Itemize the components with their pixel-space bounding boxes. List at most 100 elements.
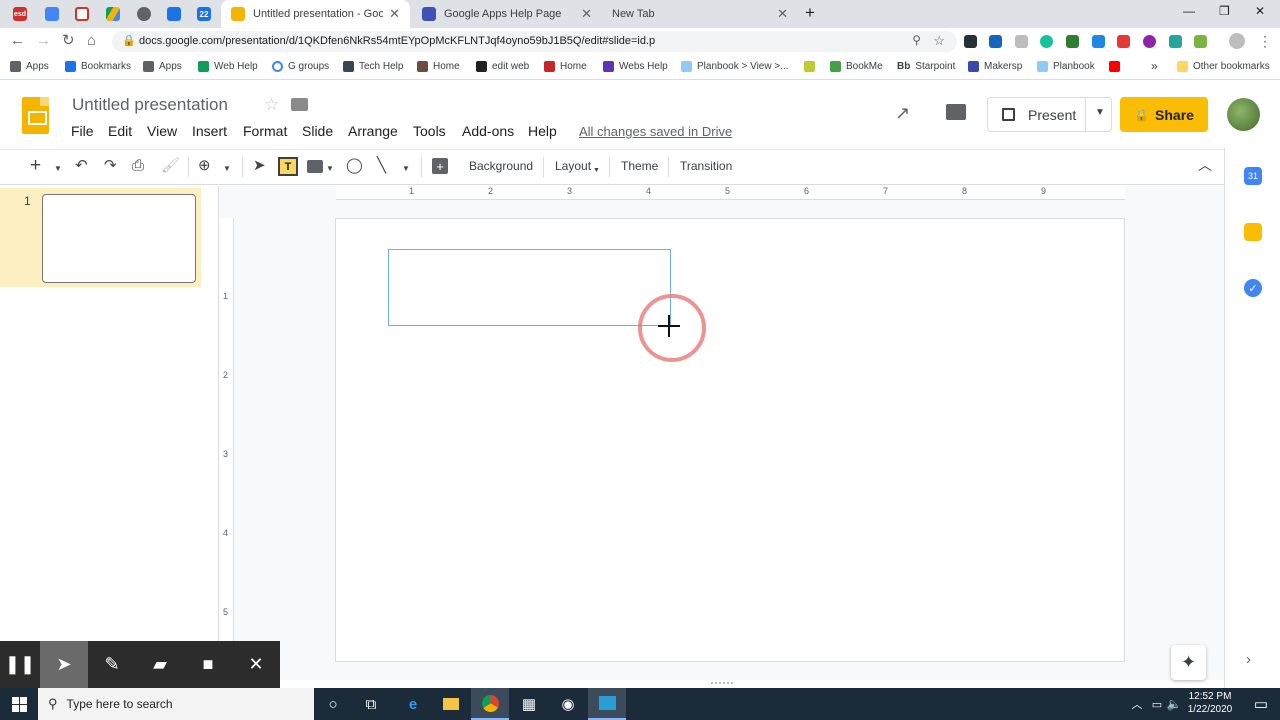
document-title[interactable]: Untitled presentation — [72, 95, 228, 115]
add-comment-icon[interactable]: + — [432, 158, 448, 174]
bookmark-apps-2[interactable]: Apps — [143, 61, 182, 72]
vertical-ruler[interactable]: 1 2 3 4 5 — [220, 218, 234, 642]
webcam-app-icon[interactable]: ◉ — [549, 688, 587, 720]
menu-format[interactable]: Format — [243, 123, 287, 139]
slides-logo-icon[interactable] — [22, 97, 49, 134]
close-icon[interactable]: ✕ — [389, 6, 400, 22]
reload-icon[interactable]: ↻ — [62, 33, 75, 49]
system-clock[interactable]: 12:52 PM 1/22/2020 — [1185, 690, 1235, 716]
bookmark-tech-help[interactable]: Tech Help — [343, 61, 403, 72]
bookmark-g-groups[interactable]: G groups — [272, 61, 329, 72]
tab-help-page[interactable]: Google Apps Help Page ✕ — [412, 0, 602, 28]
pointer-icon[interactable]: ➤ — [40, 641, 88, 688]
tray-expand-icon[interactable]: ︿ — [1127, 688, 1147, 720]
tab-slides[interactable]: Untitled presentation - Google Sl ✕ — [221, 0, 410, 28]
save-status[interactable]: All changes saved in Drive — [579, 124, 732, 139]
layout-button[interactable]: Layout — [555, 159, 591, 173]
explore-icon[interactable]: ✦ — [1171, 645, 1206, 680]
menu-edit[interactable]: Edit — [108, 123, 132, 139]
forward-icon[interactable]: → — [36, 33, 51, 49]
task-view-icon[interactable]: ⧉ — [352, 688, 390, 720]
theme-button[interactable]: Theme — [621, 159, 658, 173]
collapse-toolbar-icon[interactable]: ︿ — [1198, 156, 1212, 174]
pinned-tab-gmail[interactable] — [70, 4, 94, 24]
pinned-tab-docs[interactable] — [40, 4, 64, 24]
bookmark-edit-web[interactable]: edit web — [476, 61, 529, 72]
avatar[interactable] — [1227, 98, 1260, 131]
undo-icon[interactable]: ↶ — [75, 157, 88, 175]
calendar-icon[interactable]: 31 — [1244, 167, 1262, 185]
calculator-icon[interactable]: ▦ — [510, 688, 548, 720]
screencast-app-icon[interactable] — [588, 688, 626, 720]
text-box-draft[interactable] — [388, 249, 671, 326]
pen-icon[interactable]: ✎ — [88, 641, 136, 688]
chrome-menu-icon[interactable]: ⋮ — [1258, 33, 1272, 49]
shape-icon[interactable]: ◯ — [346, 157, 363, 175]
extension-icon[interactable] — [1117, 35, 1130, 48]
bookmark-icon-only[interactable] — [804, 61, 820, 72]
expand-panel-icon[interactable]: › — [1246, 651, 1251, 668]
line-icon[interactable]: ╲ — [377, 157, 386, 175]
extension-icon[interactable] — [1066, 35, 1079, 48]
slide-thumbnail[interactable] — [42, 194, 196, 283]
folder-icon[interactable] — [291, 98, 308, 111]
image-dropdown-icon[interactable]: ▼ — [326, 160, 334, 178]
zoom-icon[interactable]: ⊕ — [198, 157, 211, 175]
comments-icon[interactable] — [946, 104, 966, 120]
highlighter-icon[interactable]: ▰ — [136, 641, 184, 688]
present-button[interactable]: Present ▼ — [987, 97, 1112, 132]
bookmark-bookmarks[interactable]: Bookmarks — [65, 61, 131, 72]
new-slide-icon[interactable]: + — [30, 156, 41, 175]
bookmark-youtube[interactable] — [1109, 61, 1125, 72]
print-icon[interactable]: ⎙ — [132, 157, 144, 175]
keep-icon[interactable] — [1244, 223, 1262, 241]
speaker-notes-handle[interactable] — [711, 682, 733, 685]
share-button[interactable]: 🔒 Share — [1120, 97, 1208, 132]
bookmark-other[interactable]: Other bookmarks — [1177, 61, 1270, 72]
window-close-icon[interactable]: ✕ — [1255, 4, 1265, 18]
extension-icon[interactable] — [1015, 35, 1028, 48]
cortana-icon[interactable]: ○ — [314, 688, 352, 720]
menu-tools[interactable]: Tools — [413, 123, 446, 139]
chrome-taskbar-icon[interactable] — [471, 688, 509, 720]
grammarly-icon[interactable] — [1040, 35, 1053, 48]
extension-icon[interactable] — [1169, 35, 1182, 48]
more-bookmarks-icon[interactable]: » — [1151, 59, 1158, 73]
line-dropdown-icon[interactable]: ▼ — [402, 160, 410, 178]
paint-format-icon[interactable]: 🖌 — [161, 157, 180, 175]
bookmark-bookme[interactable]: BookMe — [830, 61, 883, 72]
menu-insert[interactable]: Insert — [192, 123, 227, 139]
tasks-icon[interactable]: ✓ — [1244, 279, 1262, 297]
profile-icon[interactable] — [1229, 33, 1245, 49]
new-slide-dropdown-icon[interactable]: ▼ — [54, 160, 62, 178]
pause-icon[interactable]: ❚❚ — [0, 641, 40, 688]
new-tab-icon[interactable]: + — [805, 3, 815, 23]
activity-trend-icon[interactable]: ↗ — [895, 103, 910, 124]
pinned-tab-shield[interactable] — [162, 4, 186, 24]
extension-icon[interactable] — [1092, 35, 1105, 48]
address-bar[interactable]: 🔒 docs.google.com/presentation/d/1QKDfen… — [112, 31, 957, 52]
extension-icon[interactable] — [1194, 35, 1207, 48]
volume-icon[interactable]: 🔈 — [1164, 688, 1184, 720]
menu-view[interactable]: View — [147, 123, 177, 139]
pinned-tab-drive[interactable] — [101, 4, 125, 24]
select-cursor-icon[interactable]: ➤ — [253, 157, 266, 175]
extension-icon[interactable] — [964, 35, 977, 48]
webcam-icon[interactable]: ■ — [184, 641, 232, 688]
layout-dropdown-icon[interactable]: ▼ — [593, 162, 600, 180]
edge-icon[interactable]: e — [394, 688, 432, 720]
bookmark-planbook[interactable]: Planbook — [1037, 61, 1095, 72]
maximize-icon[interactable]: ❐ — [1219, 4, 1230, 18]
menu-file[interactable]: File — [71, 123, 94, 139]
present-dropdown-icon[interactable]: ▼ — [1095, 107, 1105, 118]
menu-add-ons[interactable]: Add-ons — [462, 123, 514, 139]
close-icon[interactable]: ✕ — [581, 6, 592, 22]
bookmark-home-2[interactable]: Home — [544, 61, 587, 72]
menu-help[interactable]: Help — [528, 123, 557, 139]
bookmark-apps[interactable]: Apps — [10, 61, 49, 72]
windows-start-icon[interactable] — [0, 688, 38, 720]
bookmark-webs-help[interactable]: Webs Help — [603, 61, 668, 72]
transition-button[interactable]: Transition — [680, 159, 732, 173]
horizontal-ruler[interactable]: 1 2 3 4 5 6 7 8 9 — [336, 186, 1125, 200]
zoom-icon[interactable]: ⚲ — [912, 33, 921, 47]
